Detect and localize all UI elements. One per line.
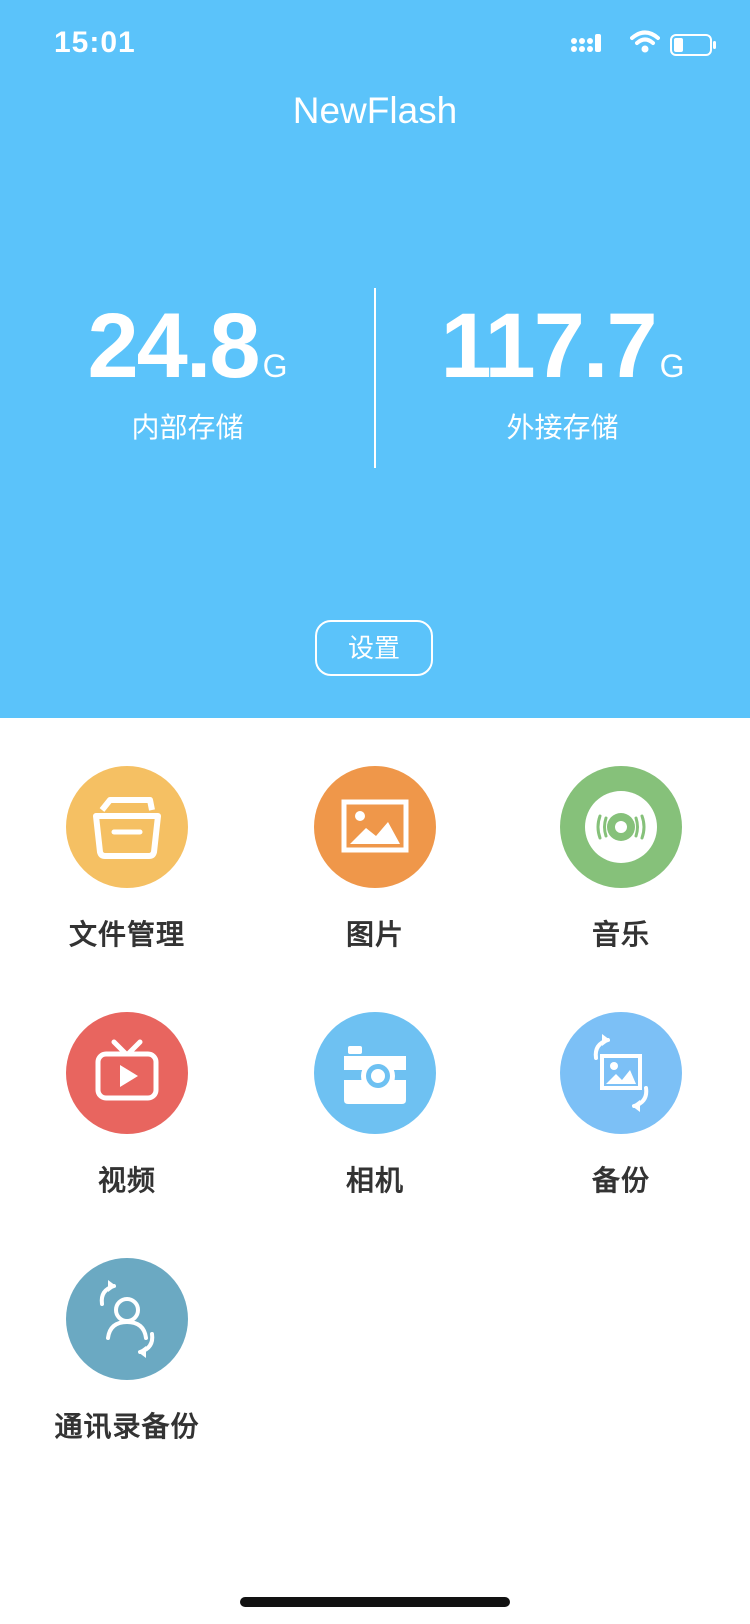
screen: 15:01 NewFlash 24.8 G 内部存储 117.7 G 外接存储 … [0,0,750,1624]
tile-file-manager[interactable]: 文件管理 [0,718,250,958]
tile-pictures-label: 图片 [345,919,404,950]
tile-backup[interactable]: 备份 [494,964,744,1204]
tile-video-label: 视频 [97,1165,156,1196]
settings-button[interactable]: 设置 [315,620,433,676]
tile-camera-label: 相机 [345,1165,404,1196]
tile-file-manager-label: 文件管理 [68,919,185,950]
header-panel: 15:01 NewFlash 24.8 G 内部存储 117.7 G 外接存储 … [0,0,750,718]
internal-storage-label: 内部存储 [131,412,244,443]
status-icons [570,30,720,58]
internal-storage-unit: G [262,348,288,384]
tile-contacts-backup-label: 通讯录备份 [54,1411,200,1442]
internal-storage: 24.8 G 内部存储 [0,300,375,446]
tile-pictures[interactable]: 图片 [248,718,498,958]
battery-icon [670,34,716,56]
external-storage-unit: G [659,348,685,384]
tile-contacts-backup[interactable]: 通讯录备份 [0,1210,250,1450]
photo-backup-icon [560,1012,682,1134]
status-time: 15:01 [54,26,136,59]
app-title: NewFlash [292,90,458,131]
external-storage: 117.7 G 外接存储 [375,300,750,446]
tile-camera[interactable]: 相机 [248,964,498,1204]
internal-storage-value: 24.8 [87,295,261,397]
external-storage-label: 外接存储 [506,412,619,443]
wifi-icon [630,30,660,53]
external-storage-value: 117.7 [440,295,657,397]
camera-icon [314,1012,436,1134]
tile-backup-label: 备份 [591,1165,650,1196]
home-indicator[interactable] [240,1597,510,1607]
tile-music-label: 音乐 [591,919,650,950]
music-disc-icon [560,766,682,888]
picture-icon [314,766,436,888]
tile-video[interactable]: 视频 [0,964,250,1204]
signal-icon [571,34,601,52]
folder-icon [66,766,188,888]
tv-play-icon [66,1012,188,1134]
contacts-backup-icon [66,1258,188,1380]
tile-music[interactable]: 音乐 [494,718,744,958]
